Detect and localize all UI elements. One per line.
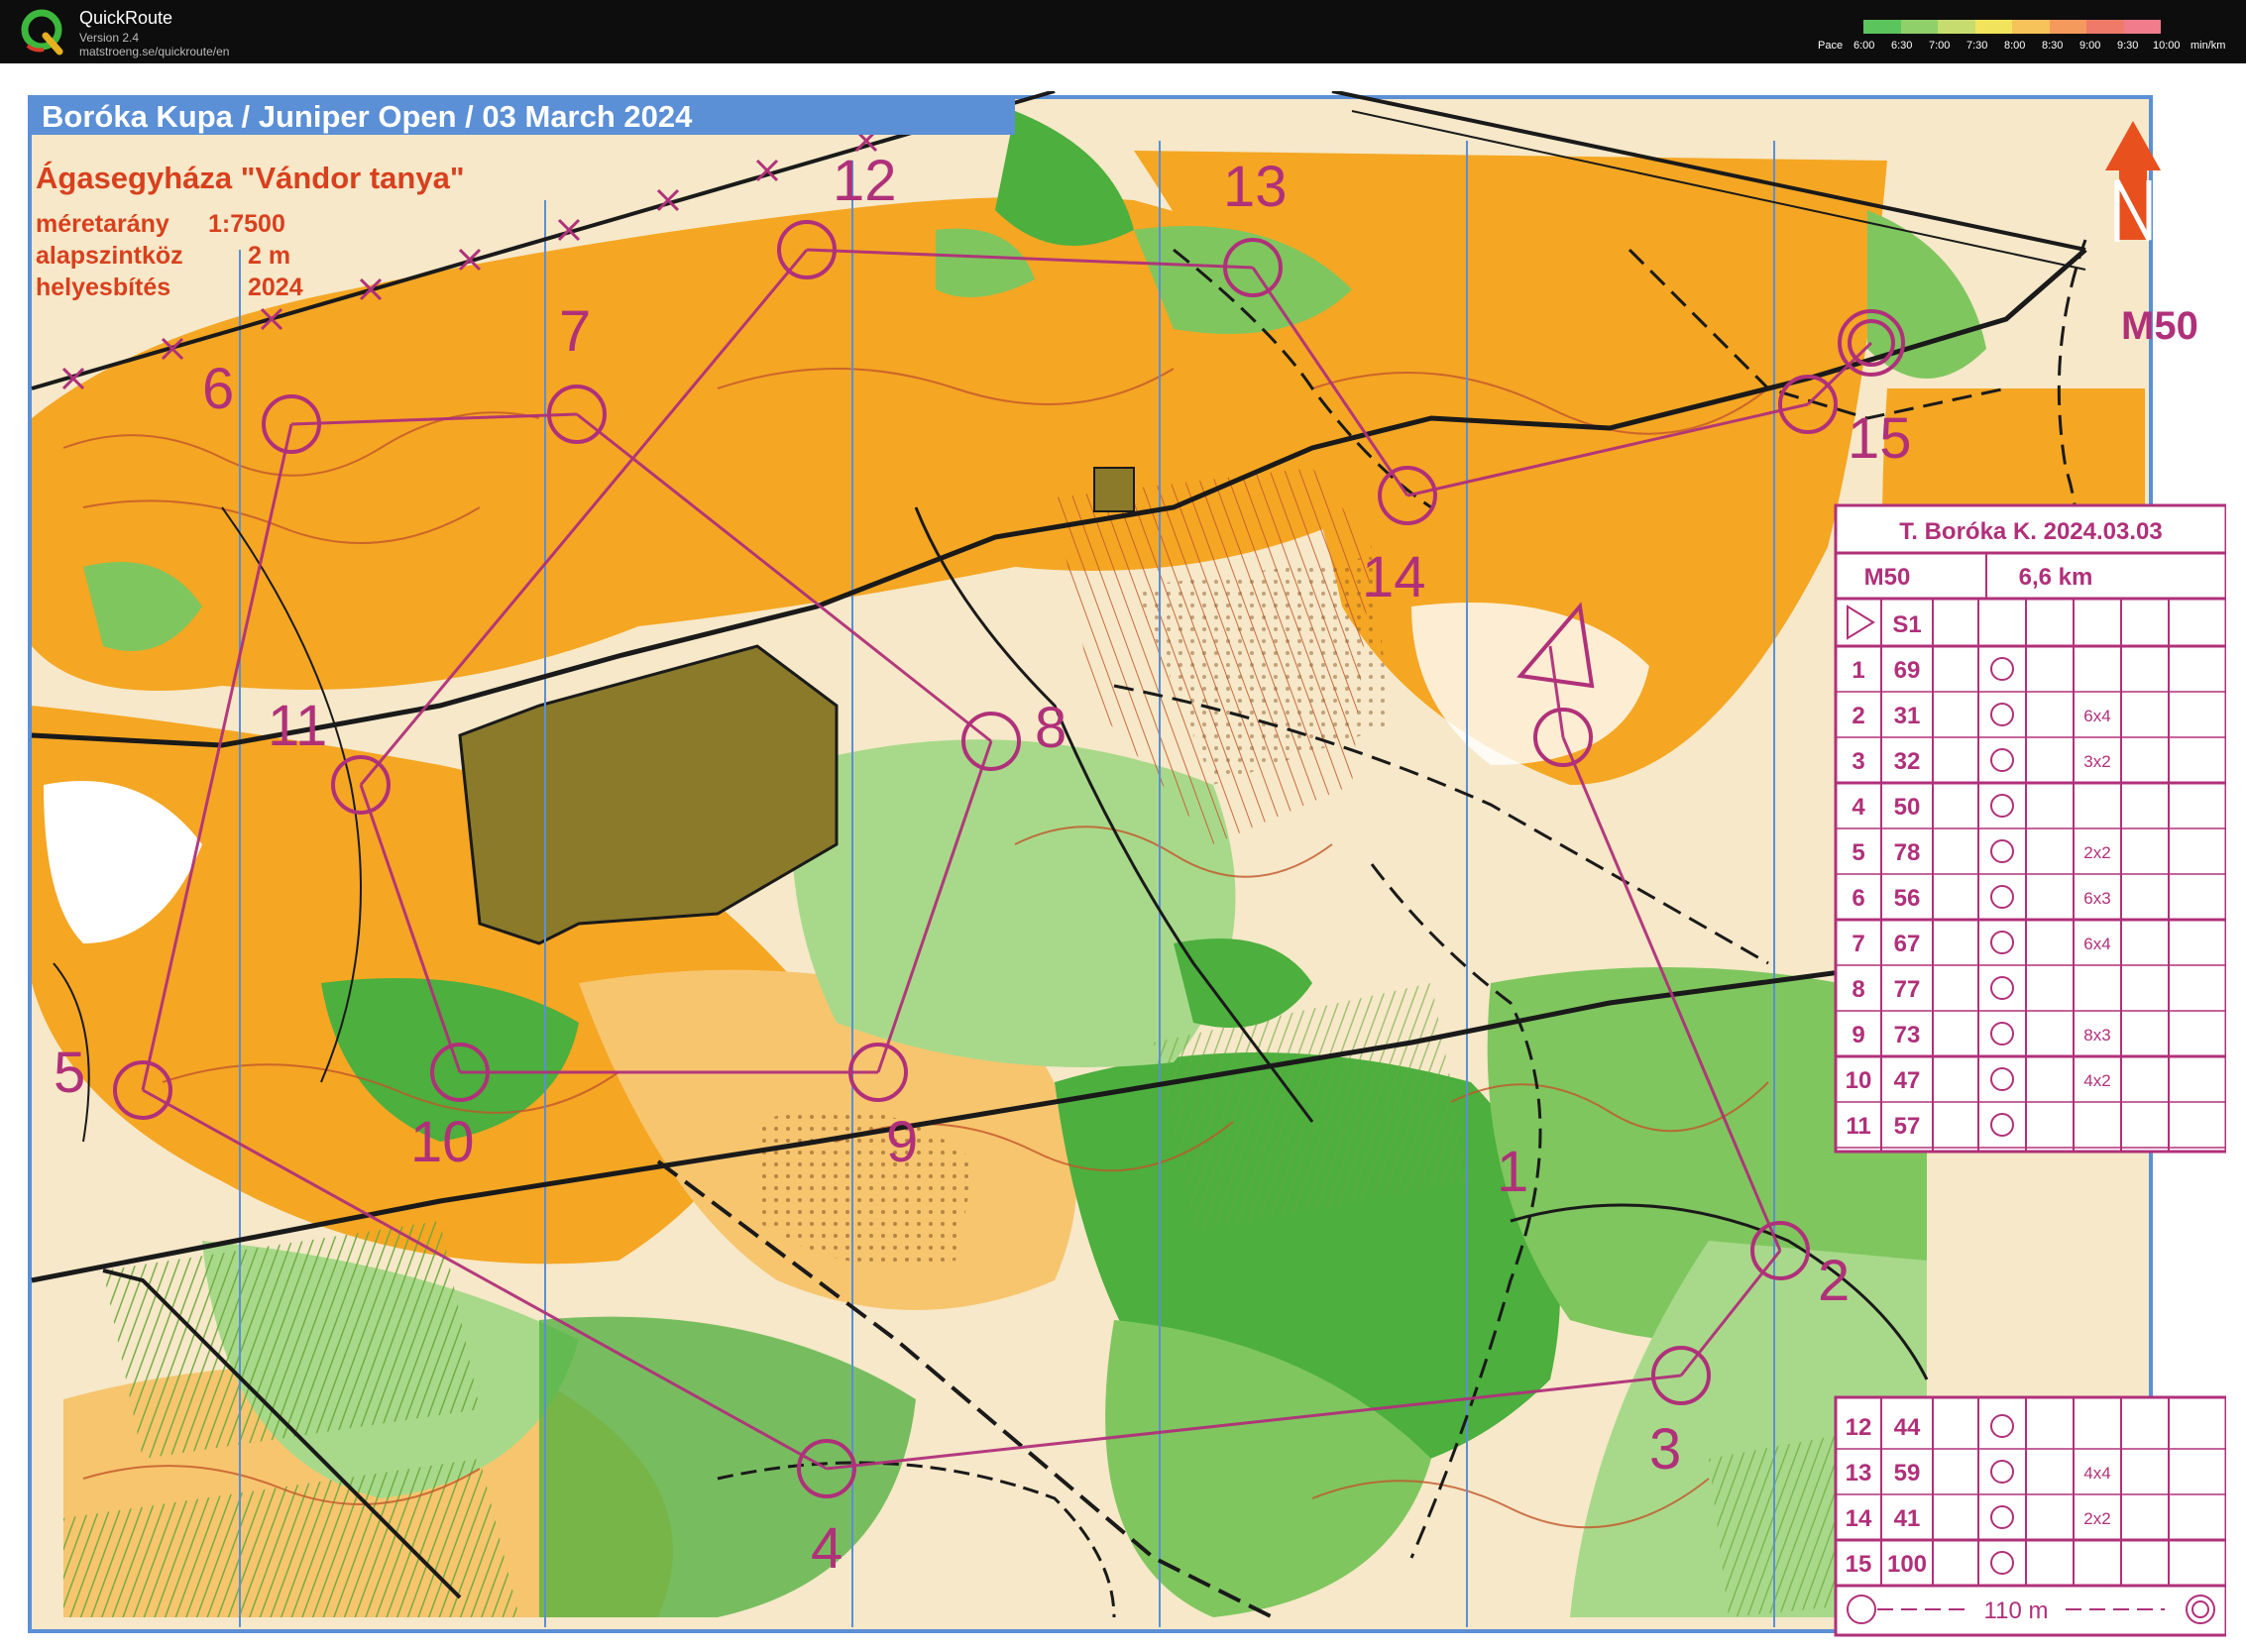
pace-color-segment [1900,20,1938,34]
description-control-code: 47 [1894,1067,1921,1094]
description-control-number: 5 [1852,839,1864,866]
scale-value: 1:7500 [208,210,285,238]
description-dimension: 4x4 [2083,1464,2110,1483]
description-control-number: 14 [1846,1505,1872,1532]
contour-value: 2 m [248,242,290,270]
pace-color-segment [2012,20,2050,34]
control-number-2: 2 [1818,1249,1850,1313]
description-control-code: 50 [1894,794,1921,821]
pace-color-segment [1863,20,1901,34]
pace-tick: 6:00 [1853,40,1875,52]
description-control-code: 41 [1894,1505,1921,1532]
control-number-15: 15 [1848,406,1912,471]
pace-tick: 10:00 [2153,40,2181,52]
description-dimension: 6x4 [2083,935,2110,953]
control-number-10: 10 [410,1110,475,1174]
pace-tick: 9:30 [2117,40,2139,52]
control-number-8: 8 [1035,696,1067,760]
description-control-code: 69 [1894,657,1921,684]
description-control-code: 32 [1894,748,1921,775]
app-version: Version 2.4 [79,31,140,45]
description-control-number: 10 [1846,1067,1872,1094]
description-control-number: 4 [1852,794,1865,821]
description-control-number: 12 [1846,1414,1872,1441]
orienteering-map[interactable]: 1 2 3 4 5 6 7 8 9 10 11 12 13 14 15 Boró… [24,89,2228,1637]
control-number-14: 14 [1362,545,1426,609]
app-name: QuickRoute [79,8,173,28]
description-control-code: 44 [1894,1414,1921,1441]
updated-value: 2024 [248,274,303,301]
pace-tick: 7:30 [1966,40,1988,52]
description-control-number: 2 [1852,703,1864,729]
description-control-number: 9 [1852,1022,1864,1048]
pace-label: Pace [1818,40,1844,52]
finish-distance: 110 m [1984,1597,2049,1624]
control-number-12: 12 [833,149,897,213]
description-header: T. Boróka K. 2024.03.03 [1899,518,2162,545]
control-number-7: 7 [559,299,591,364]
control-number-6: 6 [202,357,234,421]
pace-color-segment [1974,20,2012,34]
app-url[interactable]: matstroeng.se/quickroute/en [79,45,229,58]
description-control-number: 8 [1852,976,1864,1003]
control-number-13: 13 [1223,155,1288,219]
description-control-number: 1 [1852,657,1864,684]
description-control-number: 13 [1846,1460,1872,1487]
updated-label: helyesbítés [36,274,170,301]
control-number-3: 3 [1649,1417,1681,1482]
control-number-9: 9 [886,1110,918,1174]
description-control-code: 100 [1887,1551,1927,1578]
description-control-code: 77 [1894,976,1921,1003]
description-control-number: 6 [1852,885,1864,912]
map-canvas[interactable]: 1 2 3 4 5 6 7 8 9 10 11 12 13 14 15 Boró… [24,89,2228,1637]
description-dimension: 2x2 [2083,1509,2110,1528]
control-number-4: 4 [811,1516,842,1581]
contour-label: alapszintköz [36,242,183,270]
description-dimension: 4x2 [2083,1071,2110,1090]
start-code: S1 [1892,611,1921,638]
pace-tick: 8:00 [2004,40,2026,52]
map-title: Boróka Kupa / Juniper Open / 03 March 20… [42,99,693,134]
pace-color-segment [1938,20,1975,34]
pace-color-bar [1863,20,2161,34]
pace-color-segment [2086,20,2124,34]
control-number-11: 11 [268,694,327,758]
description-control-number: 7 [1852,931,1864,957]
pace-tick: 9:00 [2079,40,2101,52]
description-control-code: 31 [1894,703,1921,729]
pace-legend: Pace 6:00 6:30 7:00 7:30 8:00 8:30 9:00 … [1814,18,2240,57]
control-description-sheet: T. Boróka K. 2024.03.03 M50 6,6 km S1 1 6… [1834,503,2228,1154]
pace-tick: 7:00 [1929,40,1951,52]
quickroute-logo-icon [21,9,63,55]
pace-tick: 6:30 [1891,40,1913,52]
map-category: M50 [2121,304,2198,348]
description-control-code: 57 [1894,1113,1921,1140]
description-dimension: 6x3 [2083,889,2110,908]
description-control-code: 73 [1894,1022,1921,1048]
description-control-code: 67 [1894,931,1921,957]
description-category: M50 [1864,564,1911,591]
description-dimension: 6x4 [2083,707,2110,725]
control-number-5: 5 [54,1041,85,1105]
description-dimension: 2x2 [2083,843,2110,862]
control-description-sheet-2: 12 44 13 59 4x4 14 41 2x2 15 100 110 m [1834,1395,2228,1637]
description-control-number: 3 [1852,748,1864,775]
pace-unit: min/km [2190,40,2226,52]
description-dimension: 8x3 [2083,1026,2110,1045]
description-control-code: 78 [1894,839,1921,866]
pace-color-segment [2049,20,2086,34]
description-control-code: 56 [1894,885,1921,912]
map-area-name: Ágasegyháza "Vándor tanya" [36,161,465,195]
description-control-code: 59 [1894,1460,1921,1487]
app-titlebar: QuickRoute Version 2.4 matstroeng.se/qui… [0,0,2246,63]
pace-tick: 8:30 [2042,40,2064,52]
description-dimension: 3x2 [2083,752,2110,771]
description-control-number: 15 [1846,1551,1872,1578]
pace-color-segment [2123,20,2161,34]
description-control-number: 11 [1846,1113,1870,1140]
description-length: 6,6 km [2019,564,2093,591]
control-number-1: 1 [1497,1140,1528,1204]
scale-label: méretarány [36,210,169,238]
